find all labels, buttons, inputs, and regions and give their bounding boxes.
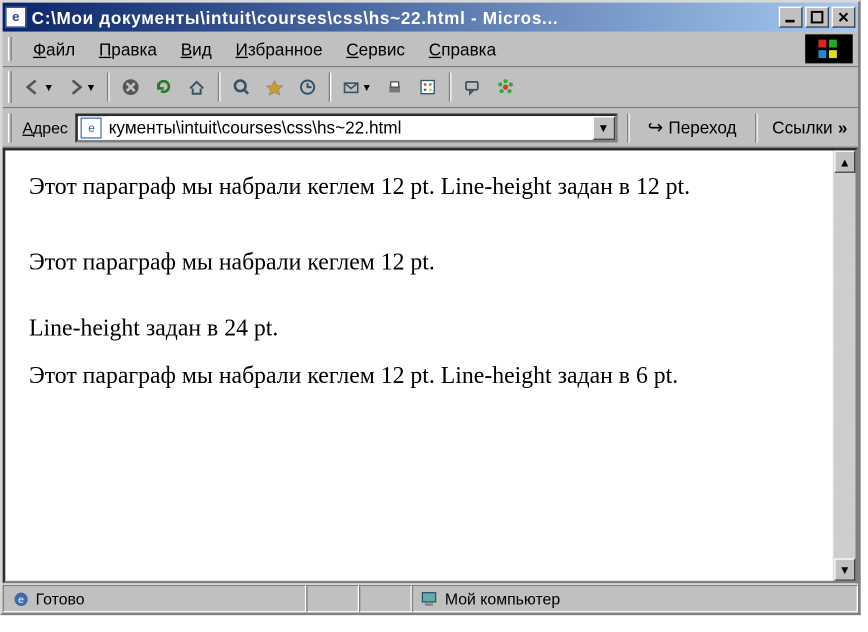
my-computer-icon bbox=[421, 589, 439, 607]
menu-tools[interactable]: Сервис bbox=[336, 36, 416, 61]
links-label: Ссылки bbox=[772, 117, 832, 137]
address-separator bbox=[626, 113, 629, 142]
status-panel-2 bbox=[306, 585, 359, 613]
minimize-button[interactable] bbox=[779, 7, 803, 28]
menubar: Файл Правка Вид Избранное Сервис Справка bbox=[3, 32, 858, 68]
browser-window: e C:\Мои документы\intuit\courses\css\hs… bbox=[0, 0, 861, 615]
scroll-track[interactable] bbox=[834, 173, 855, 558]
status-zone-panel: Мой компьютер bbox=[412, 585, 858, 613]
address-separator bbox=[755, 113, 758, 142]
discuss-button[interactable] bbox=[456, 71, 488, 103]
chevron-right-icon: » bbox=[838, 117, 848, 137]
print-button[interactable] bbox=[379, 71, 411, 103]
toolbar-separator bbox=[448, 73, 451, 102]
paragraph-lh12: Этот параграф мы набрали кеглем 12 pt. L… bbox=[29, 174, 809, 198]
toolbar-separator bbox=[107, 73, 110, 102]
status-zone-label: Мой компьютер bbox=[445, 589, 560, 607]
refresh-button[interactable] bbox=[148, 71, 180, 103]
menu-edit[interactable]: Правка bbox=[88, 36, 167, 61]
mail-button[interactable]: ▼ bbox=[336, 71, 377, 103]
menu-file[interactable]: Файл bbox=[22, 36, 85, 61]
edit-button[interactable] bbox=[412, 71, 444, 103]
go-button[interactable]: ↪ Переход bbox=[638, 112, 745, 142]
paragraph-lh24-line1: Этот параграф мы набрали кеглем 12 pt. bbox=[29, 238, 809, 286]
icq-button[interactable] bbox=[489, 71, 521, 103]
home-button[interactable] bbox=[181, 71, 213, 103]
menubar-grip[interactable] bbox=[8, 37, 12, 61]
menu-view[interactable]: Вид bbox=[170, 36, 222, 61]
address-input[interactable] bbox=[106, 116, 592, 138]
statusbar: e Готово Мой компьютер bbox=[3, 583, 858, 612]
scroll-up-button[interactable]: ▲ bbox=[834, 150, 855, 172]
toolbar: ▼ ▼ ▼ bbox=[3, 67, 858, 108]
links-section[interactable]: Ссылки » bbox=[767, 117, 853, 137]
address-label: Адрес bbox=[20, 118, 71, 136]
page-body: Этот параграф мы набрали кеглем 12 pt. L… bbox=[5, 150, 833, 580]
go-label: Переход bbox=[668, 117, 736, 137]
forward-button[interactable]: ▼ bbox=[61, 71, 102, 103]
maximize-button[interactable] bbox=[805, 7, 829, 28]
toolbar-separator bbox=[328, 73, 331, 102]
window-title: C:\Мои документы\intuit\courses\css\hs~2… bbox=[32, 7, 779, 27]
address-dropdown-button[interactable]: ▼ bbox=[592, 116, 614, 140]
menu-help[interactable]: Справка bbox=[418, 36, 506, 61]
addressbar-grip[interactable] bbox=[8, 113, 12, 142]
paragraph-lh6: Этот параграф мы набрали кеглем 12 pt. L… bbox=[29, 370, 809, 382]
status-ready-panel: e Готово bbox=[3, 585, 307, 613]
history-button[interactable] bbox=[292, 71, 324, 103]
paragraph-lh24-line2: Line-height задан в 24 pt. bbox=[29, 304, 809, 352]
toolbar-grip[interactable] bbox=[8, 71, 12, 103]
status-ready-label: Готово bbox=[36, 589, 85, 607]
close-button[interactable] bbox=[832, 7, 856, 28]
ie-app-icon: e bbox=[5, 7, 26, 28]
vertical-scrollbar[interactable]: ▲ ▼ bbox=[833, 150, 855, 580]
go-arrow-icon: ↪ bbox=[648, 116, 663, 138]
toolbar-separator bbox=[218, 73, 221, 102]
window-buttons bbox=[779, 7, 856, 28]
favorites-button[interactable] bbox=[259, 71, 291, 103]
menu-favorites[interactable]: Избранное bbox=[225, 36, 333, 61]
back-button[interactable]: ▼ bbox=[18, 71, 59, 103]
stop-button[interactable] bbox=[115, 71, 147, 103]
ie-throbber-icon bbox=[805, 34, 853, 63]
svg-text:e: e bbox=[18, 594, 24, 606]
address-bar: Адрес e ▼ ↪ Переход Ссылки » bbox=[3, 108, 858, 148]
titlebar: e C:\Мои документы\intuit\courses\css\hs… bbox=[3, 3, 858, 32]
search-button[interactable] bbox=[226, 71, 258, 103]
ie-small-icon: e bbox=[12, 589, 30, 607]
address-combo[interactable]: e ▼ bbox=[76, 113, 618, 142]
status-panel-3 bbox=[359, 585, 412, 613]
scroll-down-button[interactable]: ▼ bbox=[834, 558, 855, 580]
content-area: Этот параграф мы набрали кеглем 12 pt. L… bbox=[3, 148, 858, 584]
page-icon: e bbox=[81, 117, 102, 138]
